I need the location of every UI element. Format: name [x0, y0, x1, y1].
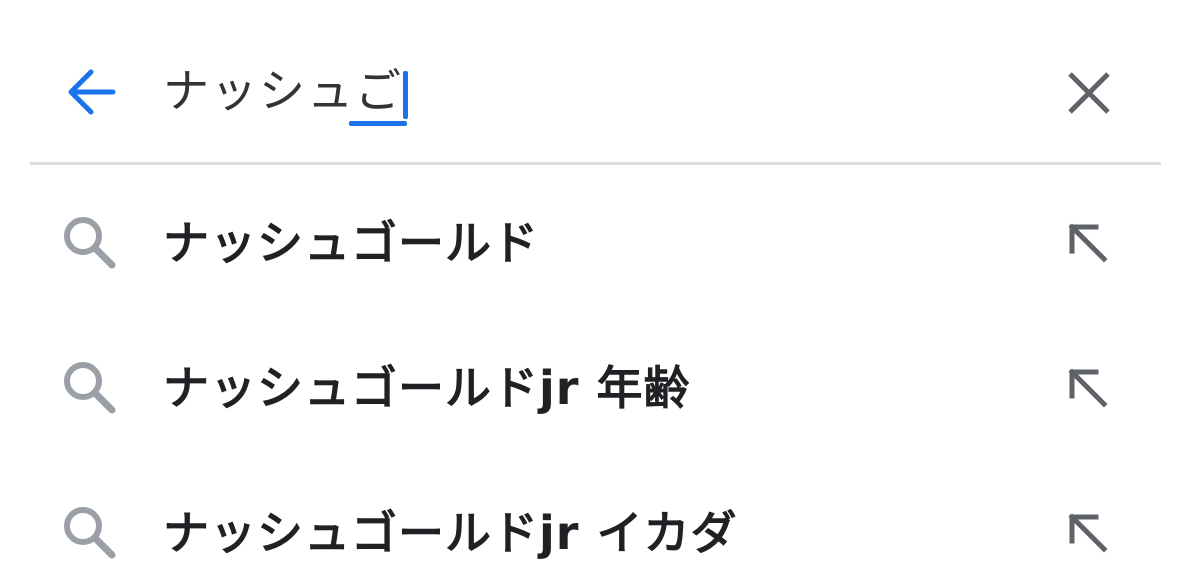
- search-icon: [64, 217, 116, 269]
- suggestion-list: ナッシュゴールド ナッシュゴールドjr 年齢 ナッシュゴールドjr イカダ: [0, 165, 1179, 580]
- text-caret: [403, 71, 408, 119]
- search-query-composing: ご: [349, 64, 407, 126]
- suggestion-item[interactable]: ナッシュゴールドjr 年齢: [0, 310, 1179, 455]
- arrow-up-left-icon: [1068, 368, 1108, 408]
- fill-query-button[interactable]: [1058, 358, 1118, 418]
- suggestion-label: ナッシュゴールド: [163, 216, 539, 270]
- suggestion-label: ナッシュゴールドjr イカダ: [163, 506, 738, 560]
- suggestion-item[interactable]: ナッシュゴールドjr イカダ: [0, 455, 1179, 580]
- back-button[interactable]: [56, 60, 126, 124]
- close-icon: [1068, 72, 1110, 114]
- search-icon: [64, 362, 116, 414]
- search-input[interactable]: ナッシュ ご: [163, 58, 408, 126]
- arrow-up-left-icon: [1068, 513, 1108, 553]
- fill-query-button[interactable]: [1058, 503, 1118, 563]
- search-query-text: ナッシュ: [163, 64, 355, 118]
- suggestion-item[interactable]: ナッシュゴールド: [0, 165, 1179, 310]
- search-bar: ナッシュ ご: [0, 0, 1179, 165]
- search-icon: [64, 507, 116, 559]
- suggestion-label: ナッシュゴールドjr 年齢: [163, 361, 691, 415]
- clear-button[interactable]: [1054, 58, 1124, 128]
- fill-query-button[interactable]: [1058, 213, 1118, 273]
- arrow-left-icon: [68, 69, 116, 115]
- search-screen: ナッシュ ご ナッシュゴールド ナッシュゴールドjr 年齢 ナッシュゴールドjr…: [0, 0, 1179, 580]
- arrow-up-left-icon: [1068, 223, 1108, 263]
